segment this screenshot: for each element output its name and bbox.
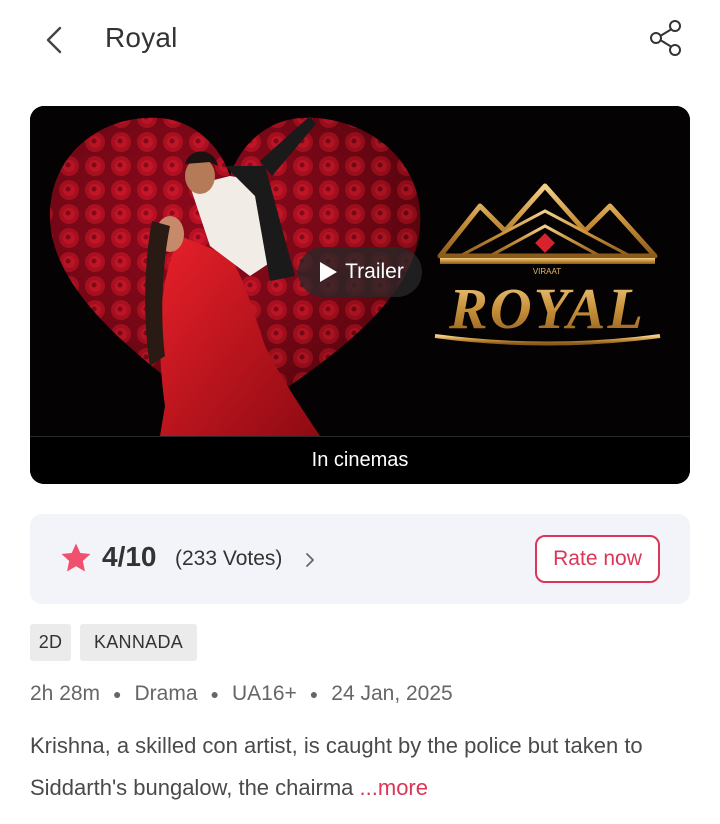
trailer-label: Trailer (345, 260, 404, 283)
play-icon (320, 262, 338, 282)
rating-votes-link[interactable]: (233 Votes) (175, 547, 282, 571)
language-tag: KANNADA (80, 624, 197, 661)
release-date: 24 Jan, 2025 (331, 682, 453, 705)
star-icon (61, 543, 91, 572)
rating-score: 4/10 (102, 541, 157, 572)
rating-card: 4/10 (233 Votes) Rate now (30, 514, 690, 604)
separator-dot: ● (113, 686, 122, 702)
trailer-button[interactable]: Trailer (298, 247, 422, 297)
synopsis-text: Krishna, a skilled con artist, is caught… (30, 733, 643, 800)
hero-banner[interactable]: VIRAAT ROYAL Trailer In cinemas (30, 106, 690, 484)
release-status-label: In cinemas (311, 449, 409, 471)
poster-title-text: ROYAL (448, 276, 645, 341)
duration: 2h 28m (30, 682, 101, 705)
more-link[interactable]: ...more (360, 775, 428, 800)
share-button[interactable] (644, 16, 688, 60)
movie-meta: 2h 28m ● Drama ● UA16+ ● 24 Jan, 2025 (30, 680, 453, 708)
separator-dot: ● (309, 686, 319, 702)
chevron-right-icon[interactable] (304, 551, 316, 569)
separator-dot: ● (210, 686, 219, 702)
share-icon (650, 20, 681, 56)
format-tag: 2D (30, 624, 71, 661)
genre: Drama (134, 682, 198, 705)
page-title: Royal (105, 22, 178, 53)
poster-small-text: VIRAAT (533, 267, 561, 276)
rate-now-button[interactable]: Rate now (535, 535, 660, 583)
certificate: UA16+ (232, 682, 297, 705)
top-bar: Royal (0, 0, 720, 80)
synopsis: Krishna, a skilled con artist, is caught… (30, 725, 670, 809)
release-status-bar: In cinemas (30, 436, 690, 484)
chevron-left-icon (46, 26, 62, 54)
back-button[interactable] (36, 20, 72, 60)
